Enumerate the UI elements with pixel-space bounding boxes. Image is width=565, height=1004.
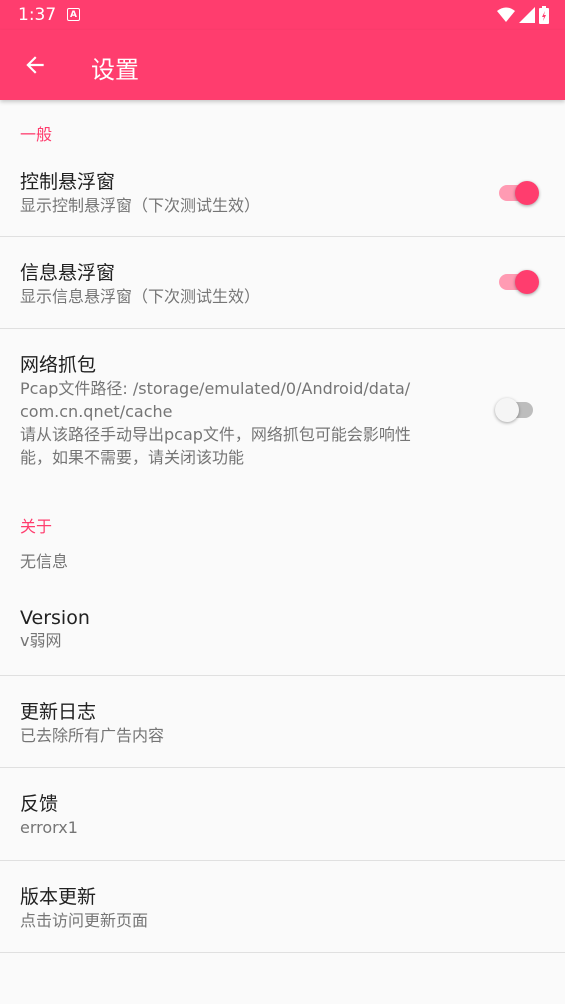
status-icons	[497, 6, 549, 24]
setting-title: 网络抓包	[20, 354, 97, 376]
setting-subtitle: 显示信息悬浮窗（下次测试生效）	[20, 287, 261, 306]
page-title: 设置	[91, 56, 139, 84]
update-subtitle: 点击访问更新页面	[20, 911, 149, 930]
about-update[interactable]: 版本更新 点击访问更新页面	[0, 861, 565, 953]
status-time: 1:37	[18, 5, 57, 25]
info-float-switch[interactable]	[499, 262, 539, 302]
setting-subtitle-path: Pcap文件路径: /storage/emulated/0/Android/da…	[20, 379, 411, 398]
control-float-switch[interactable]	[499, 173, 539, 213]
changelog-title: 更新日志	[20, 701, 97, 723]
changelog-subtitle: 已去除所有广告内容	[20, 726, 165, 745]
packet-capture-switch[interactable]	[495, 390, 539, 430]
section-header-about: 关于	[20, 517, 53, 536]
notification-badge-icon: A	[67, 8, 80, 21]
section-header-general: 一般	[20, 125, 53, 144]
setting-info-float[interactable]: 信息悬浮窗 显示信息悬浮窗（下次测试生效）	[0, 237, 565, 329]
app-bar: 设置	[0, 30, 565, 100]
setting-subtitle-note-cont: 能，如果不需要，请关闭该功能	[20, 448, 245, 467]
switch-thumb	[495, 398, 519, 422]
battery-icon	[539, 6, 549, 24]
feedback-subtitle: errorx1	[20, 818, 78, 837]
version-value: v弱网	[20, 631, 62, 650]
status-bar: 1:37 A	[0, 0, 565, 30]
setting-title: 信息悬浮窗	[20, 262, 116, 284]
back-arrow-icon[interactable]	[22, 52, 48, 78]
no-info-text: 无信息	[20, 552, 69, 571]
setting-packet-capture[interactable]: 网络抓包 Pcap文件路径: /storage/emulated/0/Andro…	[0, 329, 565, 489]
setting-subtitle-path-cont: com.cn.qnet/cache	[20, 402, 173, 421]
signal-icon	[519, 7, 535, 23]
about-feedback[interactable]: 反馈 errorx1	[0, 768, 565, 861]
about-version[interactable]: Version v弱网	[0, 595, 565, 676]
wifi-icon	[497, 7, 515, 22]
setting-subtitle: 显示控制悬浮窗（下次测试生效）	[20, 196, 261, 215]
setting-control-float[interactable]: 控制悬浮窗 显示控制悬浮窗（下次测试生效）	[0, 151, 565, 237]
feedback-title: 反馈	[20, 793, 59, 815]
update-title: 版本更新	[20, 886, 97, 908]
about-changelog[interactable]: 更新日志 已去除所有广告内容	[0, 676, 565, 768]
about-no-info: 无信息	[0, 535, 565, 595]
setting-title: 控制悬浮窗	[20, 171, 116, 193]
switch-thumb	[515, 270, 539, 294]
switch-thumb	[515, 181, 539, 205]
settings-list: 一般 控制悬浮窗 显示控制悬浮窗（下次测试生效） 信息悬浮窗 显示信息悬浮窗（下…	[0, 100, 565, 953]
version-title: Version	[20, 607, 90, 629]
setting-subtitle-note: 请从该路径手动导出pcap文件，网络抓包可能会影响性	[20, 425, 411, 444]
